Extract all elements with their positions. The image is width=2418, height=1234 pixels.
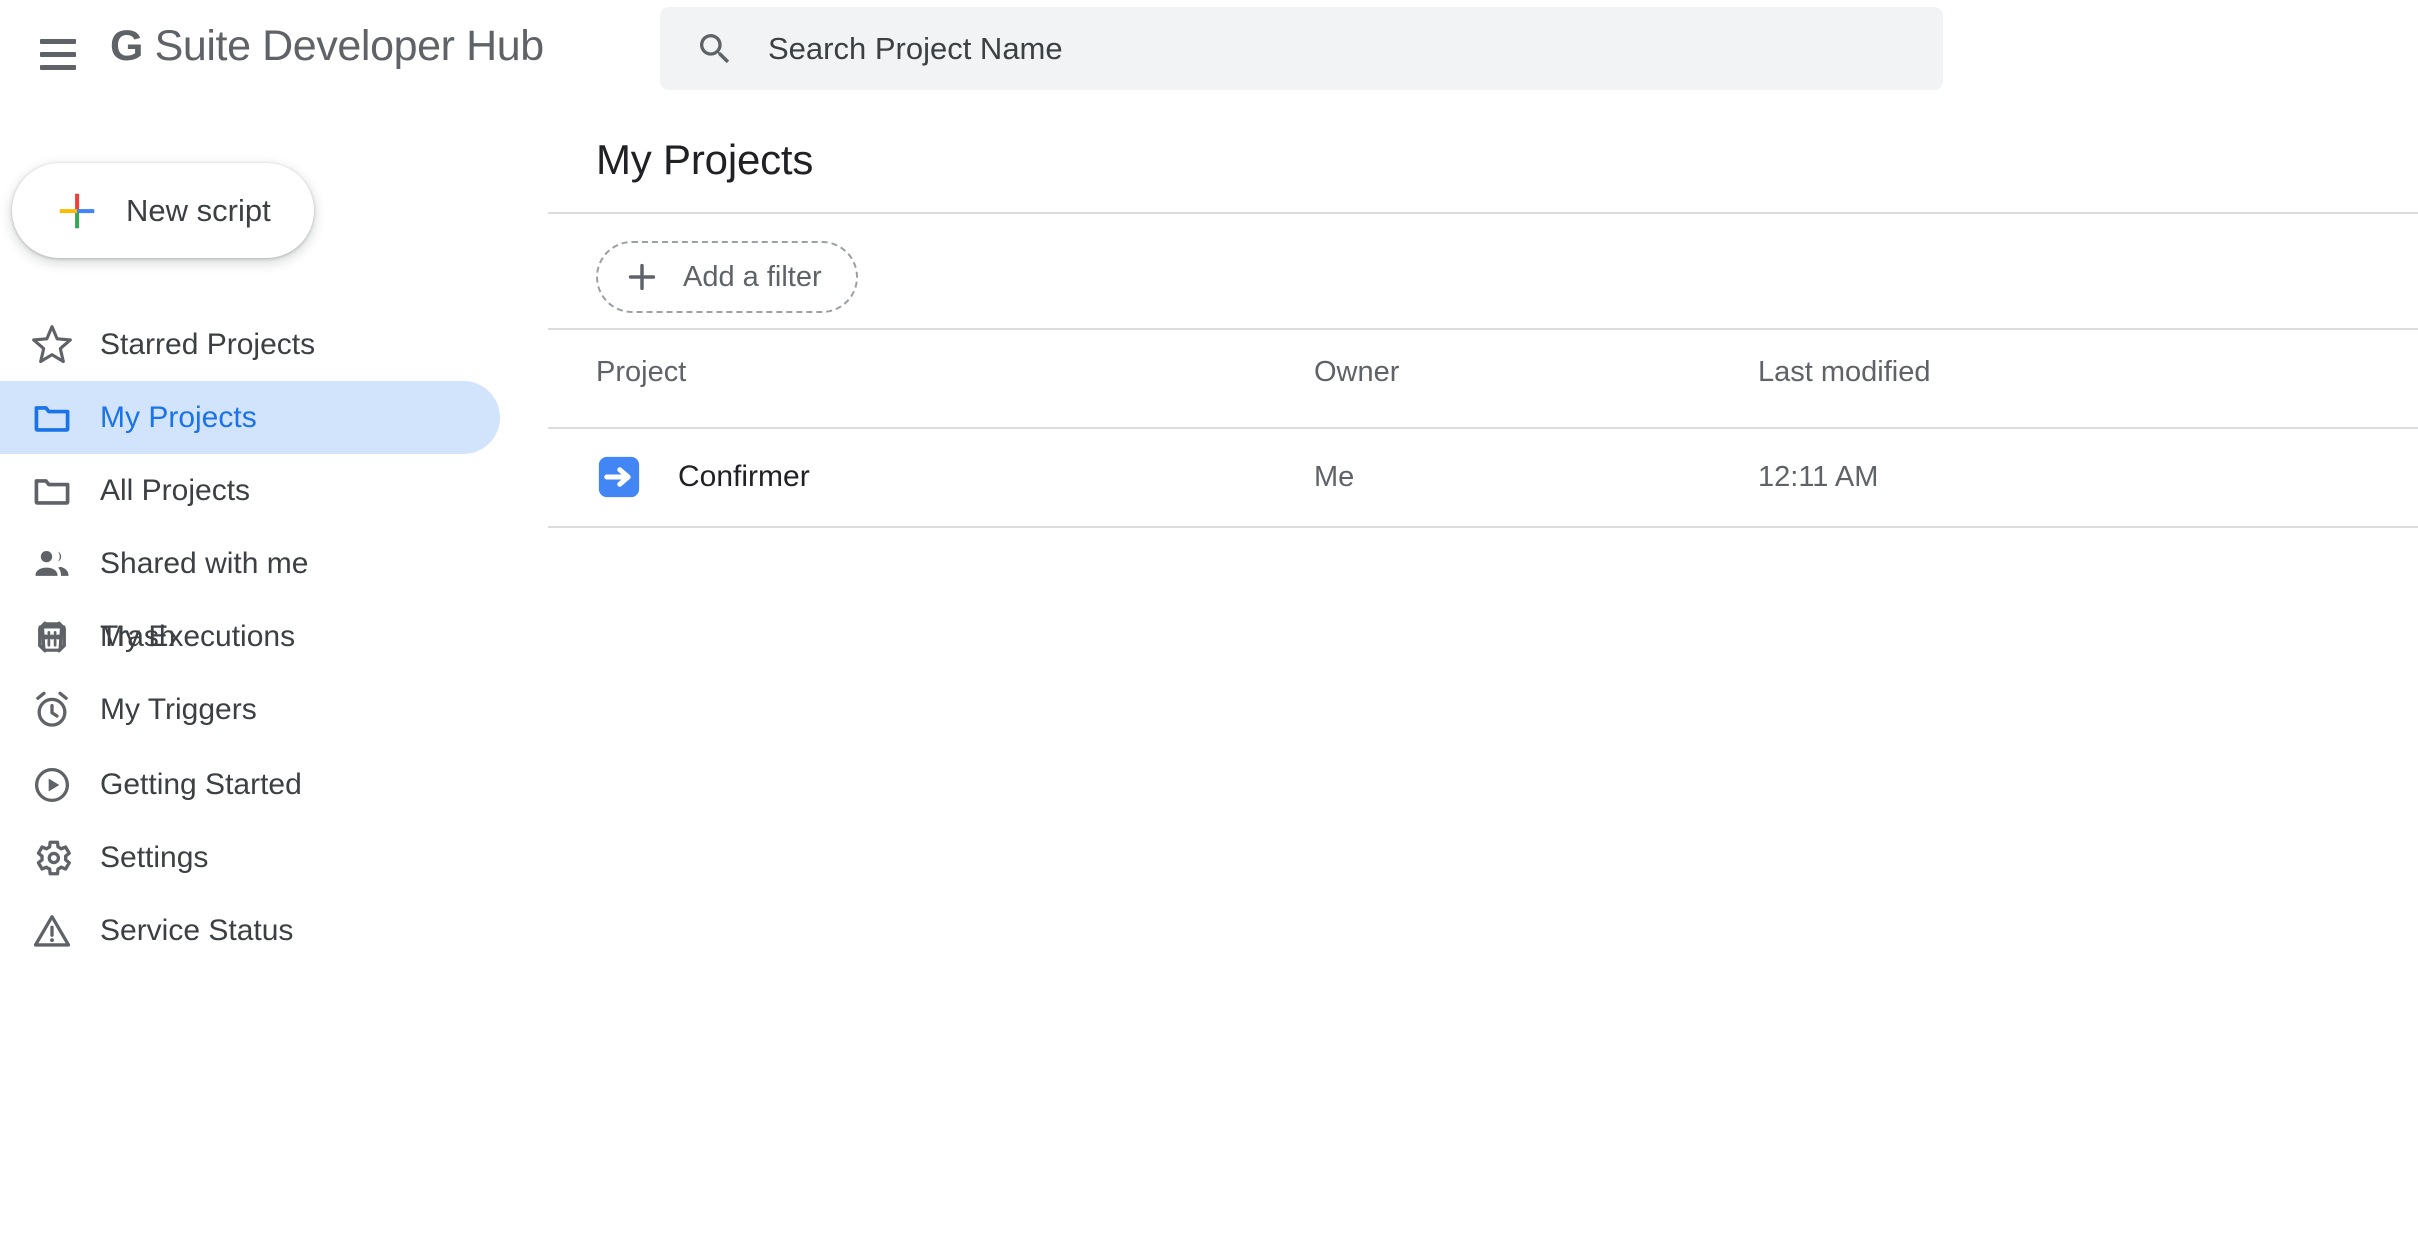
folder-icon bbox=[34, 478, 70, 505]
search-bar[interactable] bbox=[660, 7, 1943, 90]
new-script-label: New script bbox=[126, 192, 271, 228]
sidebar-item-label: Service Status bbox=[100, 913, 294, 947]
apps-script-arrow-icon bbox=[598, 456, 640, 498]
main-content: My Projects Add a filter Project Owner L… bbox=[548, 108, 2418, 1234]
sidebar-item-my-executions[interactable]: My Executions bbox=[0, 600, 500, 673]
add-filter-label: Add a filter bbox=[683, 260, 822, 293]
sidebar: New script Starred Projects My Projects bbox=[0, 108, 548, 1234]
people-icon bbox=[35, 550, 69, 576]
search-input[interactable] bbox=[768, 18, 1943, 79]
sidebar-item-label: My Executions bbox=[100, 619, 296, 653]
hamburger-menu-icon[interactable] bbox=[30, 26, 86, 82]
project-cell[interactable]: Confirmer bbox=[596, 428, 810, 526]
search-icon bbox=[700, 33, 730, 63]
sidebar-item-label: Starred Projects bbox=[100, 327, 316, 361]
sidebar-item-label: My Projects bbox=[100, 400, 257, 434]
table-row[interactable]: Confirmer Me 12:11 AM bbox=[548, 428, 2418, 526]
sidebar-item-my-triggers[interactable]: My Triggers bbox=[0, 673, 500, 746]
project-name: Confirmer bbox=[678, 460, 810, 493]
hamburger-bar bbox=[40, 51, 76, 57]
new-script-button[interactable]: New script bbox=[12, 163, 314, 258]
divider bbox=[548, 526, 2418, 528]
alarm-clock-icon bbox=[36, 691, 68, 727]
plus-icon bbox=[628, 263, 656, 291]
sidebar-item-label: My Triggers bbox=[100, 692, 257, 726]
executions-brackets-icon bbox=[38, 621, 66, 652]
sidebar-item-getting-started[interactable]: Getting Started bbox=[0, 748, 500, 821]
page-title: My Projects bbox=[596, 136, 814, 183]
folder-icon bbox=[34, 405, 70, 432]
sidebar-item-settings[interactable]: Settings bbox=[0, 821, 500, 894]
sidebar-item-service-status[interactable]: Service Status bbox=[0, 894, 500, 967]
sidebar-item-all-projects[interactable]: All Projects bbox=[0, 454, 500, 527]
star-icon bbox=[32, 324, 72, 363]
warning-triangle-icon bbox=[33, 914, 71, 947]
divider bbox=[548, 328, 2418, 330]
sidebar-group-runtime: My Executions My Triggers bbox=[0, 600, 548, 746]
column-header-last-modified[interactable]: Last modified bbox=[1758, 356, 1931, 389]
column-header-project[interactable]: Project bbox=[596, 356, 686, 389]
app-root: G Suite Developer Hub New script bbox=[0, 0, 2418, 1234]
hamburger-bar bbox=[40, 64, 76, 70]
gear-icon bbox=[36, 840, 71, 875]
sidebar-group-help: Getting Started Settings Service Status bbox=[0, 748, 548, 967]
owner-cell: Me bbox=[1314, 460, 1355, 493]
sidebar-item-label: Getting Started bbox=[100, 767, 302, 801]
sidebar-item-label: Settings bbox=[100, 840, 209, 874]
hamburger-bar bbox=[40, 38, 76, 44]
app-title-rest: Suite Developer Hub bbox=[143, 22, 545, 70]
sidebar-item-label: All Projects bbox=[100, 473, 251, 507]
sidebar-item-starred-projects[interactable]: Starred Projects bbox=[0, 308, 500, 381]
top-app-bar: G Suite Developer Hub bbox=[0, 0, 2418, 108]
add-filter-button[interactable]: Add a filter bbox=[596, 241, 858, 313]
divider bbox=[548, 212, 2418, 214]
app-title: G Suite Developer Hub bbox=[110, 22, 544, 71]
play-circle-icon bbox=[34, 767, 70, 802]
sidebar-item-shared-with-me[interactable]: Shared with me bbox=[0, 527, 500, 600]
sidebar-item-my-projects[interactable]: My Projects bbox=[0, 381, 500, 454]
google-plus-icon bbox=[59, 193, 95, 228]
app-title-g: G bbox=[110, 22, 144, 70]
last-modified-cell: 12:11 AM bbox=[1758, 460, 1879, 493]
sidebar-item-label: Shared with me bbox=[100, 546, 309, 580]
column-header-owner[interactable]: Owner bbox=[1314, 356, 1399, 389]
